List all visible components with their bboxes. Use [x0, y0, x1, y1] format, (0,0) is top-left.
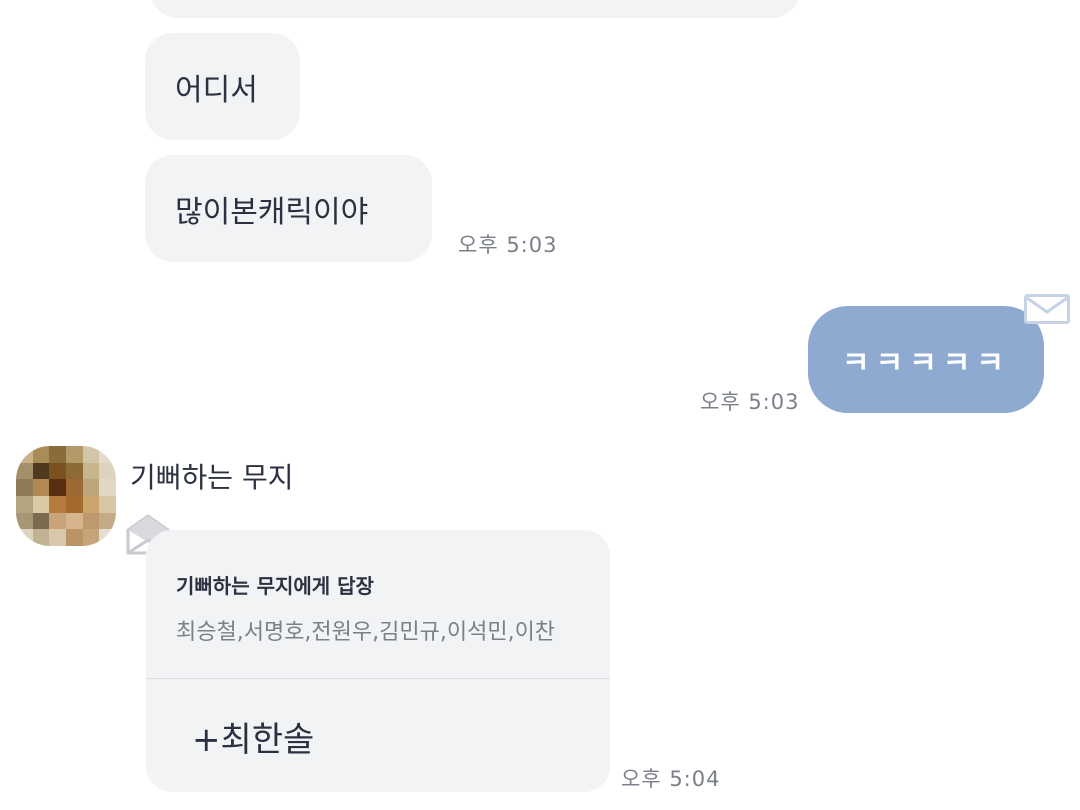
message-bubble[interactable]: 많이본캐릭이야 [145, 155, 432, 262]
message-bubble-outgoing[interactable]: ㅋㅋㅋㅋㅋ [808, 306, 1044, 413]
message-time: 오후 5:04 [621, 767, 721, 791]
message-text: ㅋㅋㅋㅋㅋ [842, 345, 1010, 381]
message-bubble-partial[interactable] [150, 0, 800, 18]
envelope-icon[interactable] [1024, 294, 1070, 324]
message-time: 오후 5:03 [700, 390, 800, 414]
message-time: 오후 5:03 [458, 233, 558, 257]
message-text: 어디서 [175, 72, 258, 108]
sender-name: 기뻐하는 무지 [130, 461, 294, 494]
reply-quoted-message[interactable]: 최승철,서명호,전원우,김민규,이석민,이찬 [176, 614, 555, 646]
message-text: 많이본캐릭이야 [175, 194, 369, 230]
reply-message-card[interactable]: 기뻐하는 무지에게 답장 최승철,서명호,전원우,김민규,이석민,이찬 +최한솔 [146, 530, 610, 792]
reply-body-text: +최한솔 [192, 720, 315, 760]
reply-title: 기뻐하는 무지에게 답장 [176, 574, 374, 598]
avatar[interactable] [16, 446, 116, 546]
message-bubble[interactable]: 어디서 [145, 33, 300, 140]
reply-divider [146, 678, 610, 679]
chat-room: 어디서 많이본캐릭이야 오후 5:03 ㅋㅋㅋㅋㅋ 오후 5:03 기뻐하는 무… [0, 0, 1080, 810]
